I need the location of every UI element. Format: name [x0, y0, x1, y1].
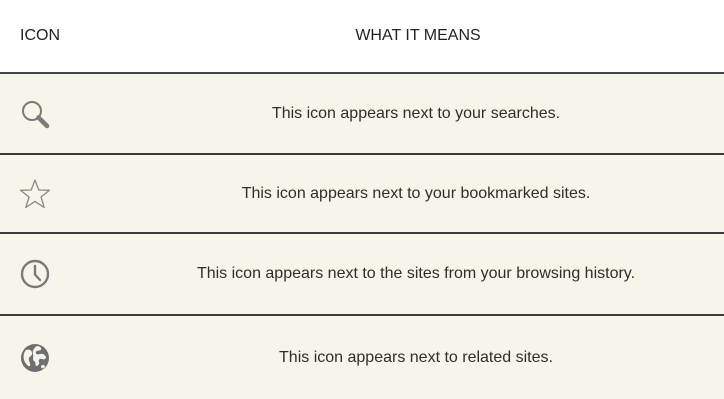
table-row: This icon appears next to related sites.: [0, 316, 724, 399]
header-icon-column: ICON: [20, 27, 60, 44]
row-description: This icon appears next to the sites from…: [196, 265, 636, 282]
table-row: This icon appears next to your searches.: [0, 74, 724, 155]
row-description: This icon appears next to your searches.: [271, 104, 561, 122]
table-row: This icon appears next to the sites from…: [0, 234, 724, 316]
table-row: This icon appears next to your bookmarke…: [0, 155, 724, 234]
search-icon: [22, 100, 50, 128]
row-description: This icon appears next to related sites.: [279, 348, 553, 366]
table-header: ICON WHAT IT MEANS: [0, 0, 724, 74]
icon-legend-table: ICON WHAT IT MEANS This icon appears nex…: [0, 0, 724, 399]
row-description: This icon appears next to your bookmarke…: [241, 184, 591, 202]
header-meaning-column: WHAT IT MEANS: [355, 27, 481, 44]
clock-icon: [20, 259, 50, 289]
globe-icon: [21, 343, 49, 372]
star-icon: [19, 178, 51, 208]
